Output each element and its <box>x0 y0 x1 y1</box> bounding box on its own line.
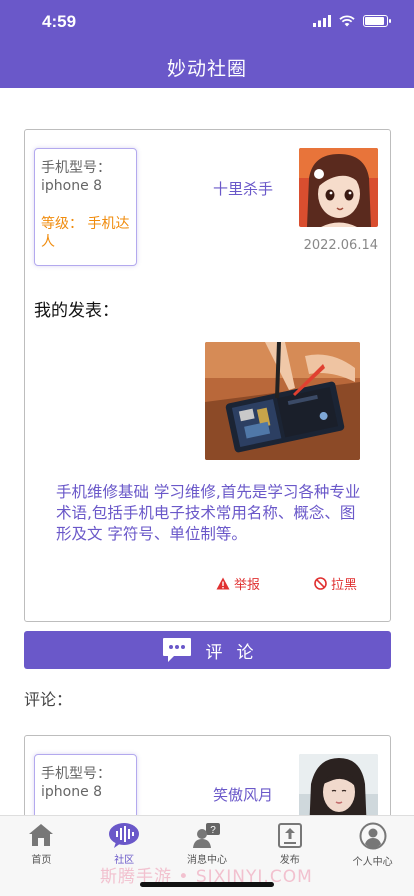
battery-icon <box>363 15 391 27</box>
comment-username[interactable]: 笑傲风月 <box>213 784 273 805</box>
post-text: 手机维修基础 学习维修,首先是学习各种专业术语,包括手机电子技术常用名称、概念、… <box>56 483 361 543</box>
status-bar: 4:59 <box>0 12 414 36</box>
status-time: 4:59 <box>42 12 77 31</box>
home-icon <box>29 824 54 846</box>
block-icon <box>314 577 327 590</box>
app-header: 4:59 妙动社圈 <box>0 0 414 88</box>
warning-icon <box>216 577 230 590</box>
report-label: 举报 <box>234 578 261 593</box>
profile-icon <box>359 822 387 850</box>
comments-heading: 评论： <box>24 690 73 709</box>
community-icon <box>109 823 140 848</box>
page-title: 妙动社圈 <box>166 58 247 80</box>
level-label: 等级： 手机达人 <box>41 216 130 250</box>
tab-profile-label: 个人中心 <box>352 857 393 868</box>
tab-home-label: 首页 <box>31 855 52 866</box>
model-value: iphone 8 <box>41 178 103 194</box>
post-card: 手机型号： iphone 8 等级： 手机达人 十里杀手 2022.06.14 … <box>24 129 391 622</box>
publish-icon <box>277 823 302 848</box>
section-title: 我的发表： <box>34 301 119 321</box>
message-icon: ? <box>192 823 220 848</box>
wifi-icon <box>339 15 355 27</box>
block-button[interactable]: 拉黑 <box>314 574 357 593</box>
phone-info-box: 手机型号： iphone 8 等级： 手机达人 <box>34 148 137 266</box>
comment-button-label: 评论 <box>205 642 268 663</box>
block-label: 拉黑 <box>331 578 358 593</box>
post-date: 2022.06.14 <box>303 238 378 253</box>
avatar[interactable] <box>299 148 378 227</box>
comment-icon <box>162 638 191 662</box>
report-button[interactable]: 举报 <box>216 574 260 593</box>
home-indicator <box>140 882 274 887</box>
post-image[interactable] <box>205 342 360 460</box>
signal-icon <box>313 15 331 27</box>
post-username[interactable]: 十里杀手 <box>213 178 273 199</box>
tab-profile[interactable]: 个人中心 <box>331 816 414 896</box>
tab-home[interactable]: 首页 <box>0 816 83 896</box>
svg-text:?: ? <box>210 825 216 836</box>
comment-button[interactable]: 评论 <box>24 631 391 669</box>
comment-model-label: 手机型号： <box>41 766 111 782</box>
model-label: 手机型号： <box>41 160 111 176</box>
status-icons <box>313 15 391 27</box>
comment-model-value: iphone 8 <box>41 784 103 800</box>
